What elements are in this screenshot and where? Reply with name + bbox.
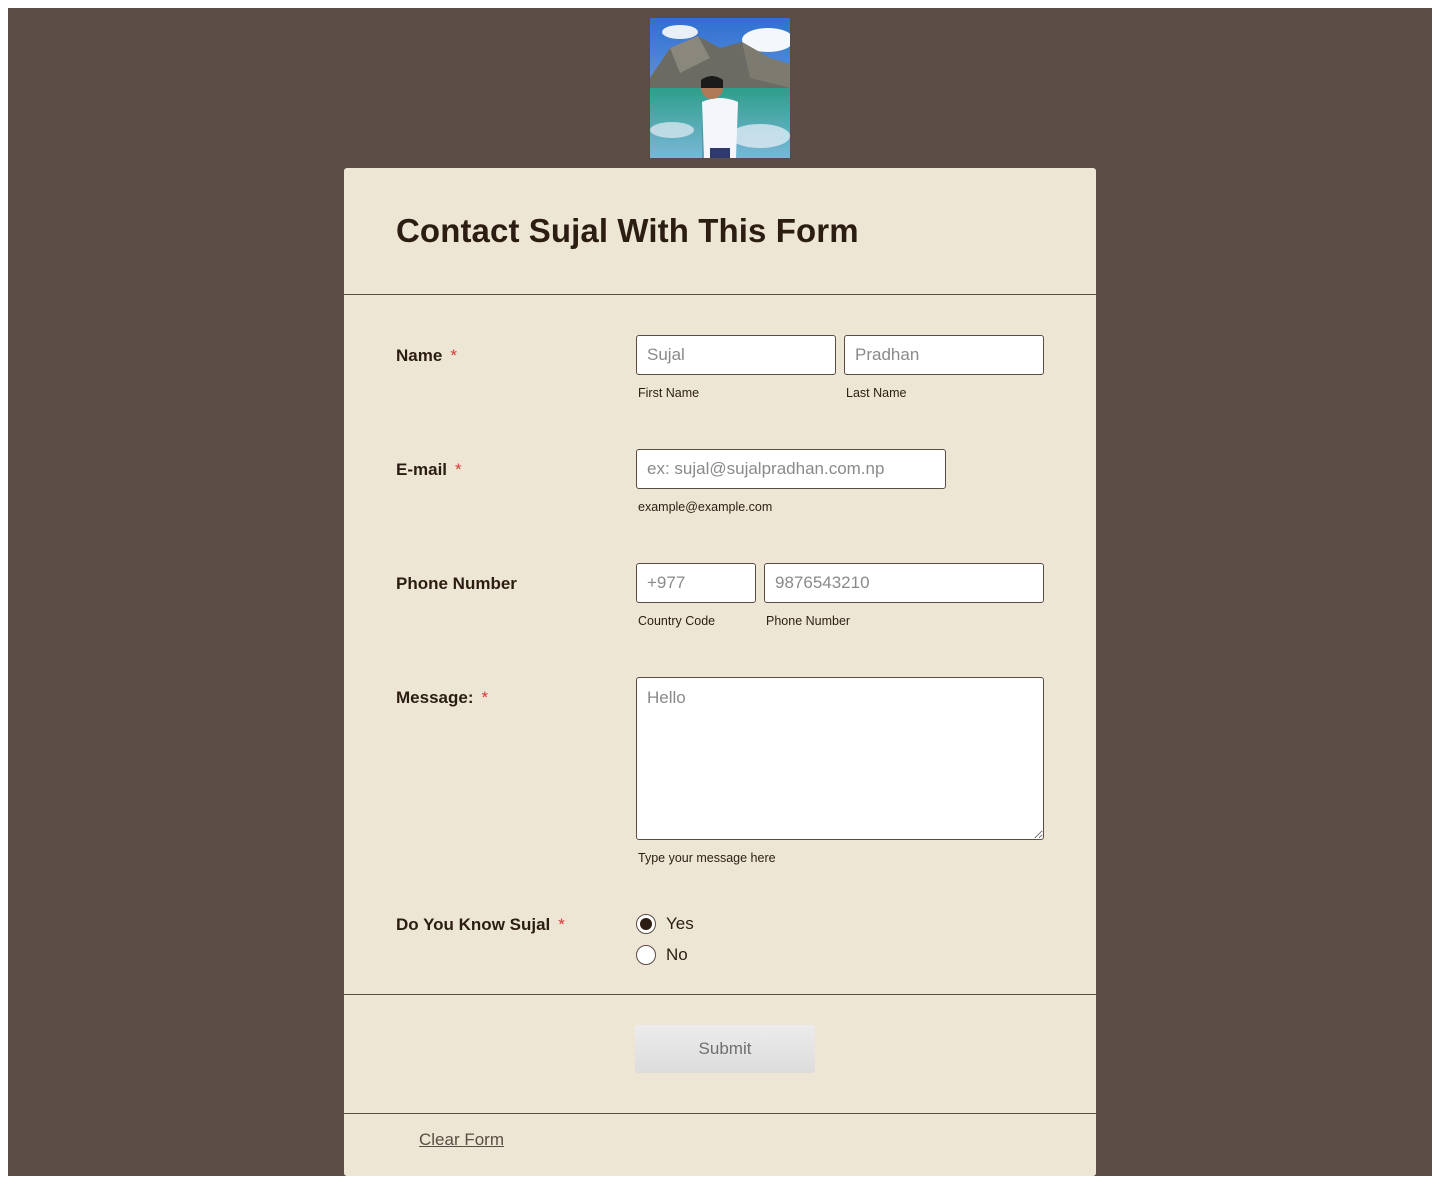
- radio-yes-label: Yes: [666, 914, 694, 933]
- country-code-input[interactable]: [636, 563, 756, 603]
- phone-number-sublabel: Phone Number: [766, 614, 851, 628]
- clear-form-link[interactable]: Clear Form: [419, 1130, 504, 1150]
- message-field-label: Message: *: [396, 688, 488, 708]
- name-field-label: Name *: [396, 346, 457, 366]
- know-sujal-label-text: Do You Know Sujal: [396, 915, 551, 934]
- footer-divider: [344, 994, 1096, 995]
- know-sujal-field-label: Do You Know Sujal *: [396, 915, 565, 935]
- first-name-input[interactable]: [636, 335, 836, 375]
- radio-yes-button[interactable]: [636, 914, 656, 934]
- message-textarea[interactable]: [636, 677, 1044, 840]
- profile-photo: [650, 18, 790, 158]
- email-input[interactable]: [636, 449, 946, 489]
- message-sublabel: Type your message here: [638, 851, 776, 865]
- message-label-text: Message:: [396, 688, 474, 707]
- submit-button[interactable]: Submit: [635, 1025, 815, 1073]
- form-title: Contact Sujal With This Form: [396, 212, 859, 249]
- country-code-sublabel: Country Code: [638, 614, 716, 628]
- page-background: Contact Sujal With This Form Name * First…: [8, 8, 1432, 1176]
- phone-field-label: Phone Number: [396, 574, 517, 594]
- radio-option-no[interactable]: No: [636, 945, 688, 965]
- contact-form-card: Contact Sujal With This Form Name * First…: [344, 168, 1096, 1176]
- email-required-mark: *: [455, 460, 462, 479]
- first-name-sublabel: First Name: [638, 386, 700, 400]
- name-required-mark: *: [450, 346, 457, 365]
- name-label-text: Name: [396, 346, 443, 365]
- know-sujal-required-mark: *: [558, 915, 565, 934]
- phone-number-input[interactable]: [764, 563, 1044, 603]
- header-divider: [344, 294, 1096, 295]
- message-required-mark: *: [481, 688, 489, 707]
- email-field-label: E-mail *: [396, 460, 462, 480]
- last-name-input[interactable]: [844, 335, 1044, 375]
- email-sublabel: example@example.com: [638, 500, 773, 514]
- email-label-text: E-mail: [396, 460, 448, 479]
- radio-option-yes[interactable]: Yes: [636, 914, 694, 934]
- phone-label-text: Phone Number: [396, 574, 517, 593]
- bottom-divider: [344, 1113, 1096, 1114]
- radio-no-label: No: [666, 945, 688, 964]
- radio-no-button[interactable]: [636, 945, 656, 965]
- last-name-sublabel: Last Name: [846, 386, 907, 400]
